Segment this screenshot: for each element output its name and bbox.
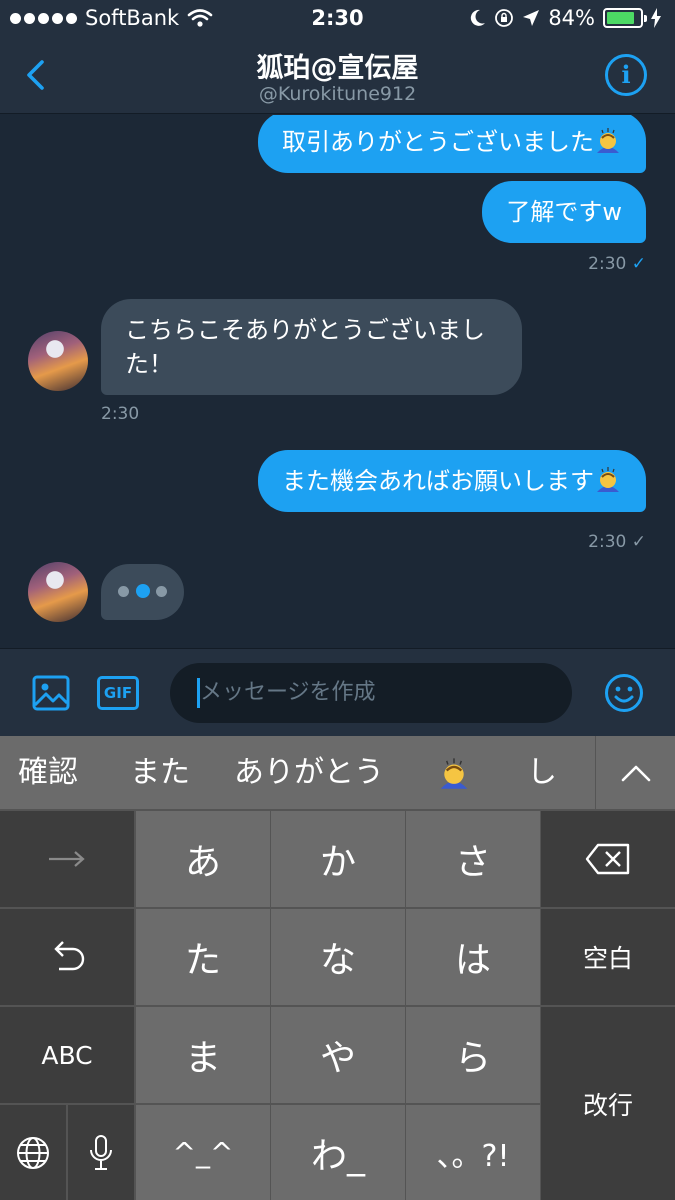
charging-bolt-icon: [651, 8, 661, 28]
suggestion-item[interactable]: し: [527, 736, 557, 809]
keyboard: 確認 また ありがとう し あ か さ た な は 空白 ABC ま や ら 改…: [0, 736, 675, 1200]
moon-icon: [471, 9, 486, 26]
sent-message-bubble[interactable]: 了解ですw: [482, 181, 646, 243]
microphone-icon: [90, 1134, 112, 1170]
avatar[interactable]: [28, 331, 88, 391]
suggestion-item[interactable]: 確認: [18, 736, 78, 809]
key-ra[interactable]: ら: [406, 1007, 540, 1103]
globe-key[interactable]: [0, 1105, 66, 1200]
location-arrow-icon: [523, 10, 540, 26]
message-input-placeholder: メッセージを作成: [200, 680, 376, 705]
avatar[interactable]: [28, 562, 88, 622]
expand-suggestions-button[interactable]: [595, 736, 675, 809]
battery-percent: 84%: [548, 6, 595, 30]
suggestion-item-emoji[interactable]: [437, 756, 471, 790]
suggestion-item[interactable]: また: [130, 736, 190, 809]
bowing-person-emoji-icon: [597, 467, 619, 492]
status-right: 84%: [470, 6, 661, 30]
message-input[interactable]: メッセージを作成: [170, 663, 572, 723]
suggestion-bar: 確認 また ありがとう し: [0, 736, 675, 809]
suggestion-item[interactable]: ありがとう: [234, 736, 384, 809]
message-text-line: た！: [125, 350, 173, 378]
text-caret: [197, 678, 200, 708]
battery-level: [607, 12, 634, 24]
undo-key[interactable]: [0, 909, 134, 1005]
next-candidate-key[interactable]: [0, 811, 134, 907]
message-text: また機会あればお願いします: [282, 467, 594, 495]
sent-message-bubble[interactable]: また機会あればお願いします: [258, 450, 646, 512]
message-text: 取引ありがとうございました: [282, 128, 594, 156]
backspace-icon: [585, 843, 630, 875]
abc-key[interactable]: ABC: [0, 1007, 134, 1103]
punctuation-key[interactable]: 、。?!: [406, 1105, 540, 1200]
status-bar: SoftBank 2:30 84%: [0, 0, 675, 38]
conversation-header: 狐珀@宣伝屋 @Kurokitune912 i: [0, 38, 675, 114]
bowing-person-emoji-icon: [597, 128, 619, 153]
dictation-key[interactable]: [68, 1105, 134, 1200]
received-message-bubble[interactable]: こちらこそありがとうございまし た！: [101, 299, 522, 395]
timestamp-text: 2:30: [588, 254, 627, 274]
undo-icon: [54, 941, 85, 971]
key-ya[interactable]: や: [271, 1007, 405, 1103]
space-key[interactable]: 空白: [541, 909, 675, 1005]
key-ta[interactable]: た: [136, 909, 270, 1005]
battery-icon: [603, 8, 647, 28]
message-timestamp: 2:30 ✓: [588, 532, 646, 552]
key-a[interactable]: あ: [136, 811, 270, 907]
sent-message-bubble[interactable]: 取引ありがとうございました: [258, 115, 646, 173]
key-na[interactable]: な: [271, 909, 405, 1005]
conversation-title[interactable]: 狐珀@宣伝屋: [0, 46, 675, 85]
delete-key[interactable]: [541, 811, 675, 907]
return-key[interactable]: 改行: [541, 1007, 675, 1200]
message-text-line: こちらこそありがとうございまし: [125, 316, 485, 344]
chevron-up-icon: [621, 765, 651, 782]
typing-dot: [136, 584, 150, 598]
message-composer: GIF メッセージを作成: [0, 648, 675, 736]
typing-indicator: [101, 564, 184, 620]
key-ma[interactable]: ま: [136, 1007, 270, 1103]
smiley-icon[interactable]: [604, 673, 644, 713]
key-ha[interactable]: は: [406, 909, 540, 1005]
arrow-right-icon: [49, 851, 85, 867]
typing-dot: [156, 586, 167, 597]
key-ka[interactable]: か: [271, 811, 405, 907]
message-timestamp: 2:30 ✓: [588, 254, 646, 274]
bowing-person-emoji-icon: [440, 758, 468, 789]
key-wa[interactable]: わ_: [271, 1105, 405, 1200]
rotation-lock-icon: [495, 9, 514, 27]
globe-icon: [17, 1136, 49, 1169]
read-check-icon: ✓: [631, 254, 646, 274]
gif-button[interactable]: GIF: [97, 676, 139, 710]
message-text: 了解ですw: [506, 198, 622, 226]
info-icon: i: [621, 60, 631, 89]
key-sa[interactable]: さ: [406, 811, 540, 907]
typing-dot: [118, 586, 129, 597]
kaomoji-key[interactable]: ^_^: [136, 1105, 270, 1200]
image-icon[interactable]: [32, 674, 70, 712]
conversation-handle: @Kurokitune912: [258, 83, 417, 105]
message-list[interactable]: 取引ありがとうございました 了解ですw 2:30 ✓ こちらこそありがとうござい…: [0, 115, 675, 648]
info-button[interactable]: i: [605, 54, 647, 96]
message-timestamp: 2:30: [101, 404, 140, 424]
timestamp-text: 2:30: [588, 532, 627, 552]
sent-check-icon: ✓: [631, 532, 646, 552]
